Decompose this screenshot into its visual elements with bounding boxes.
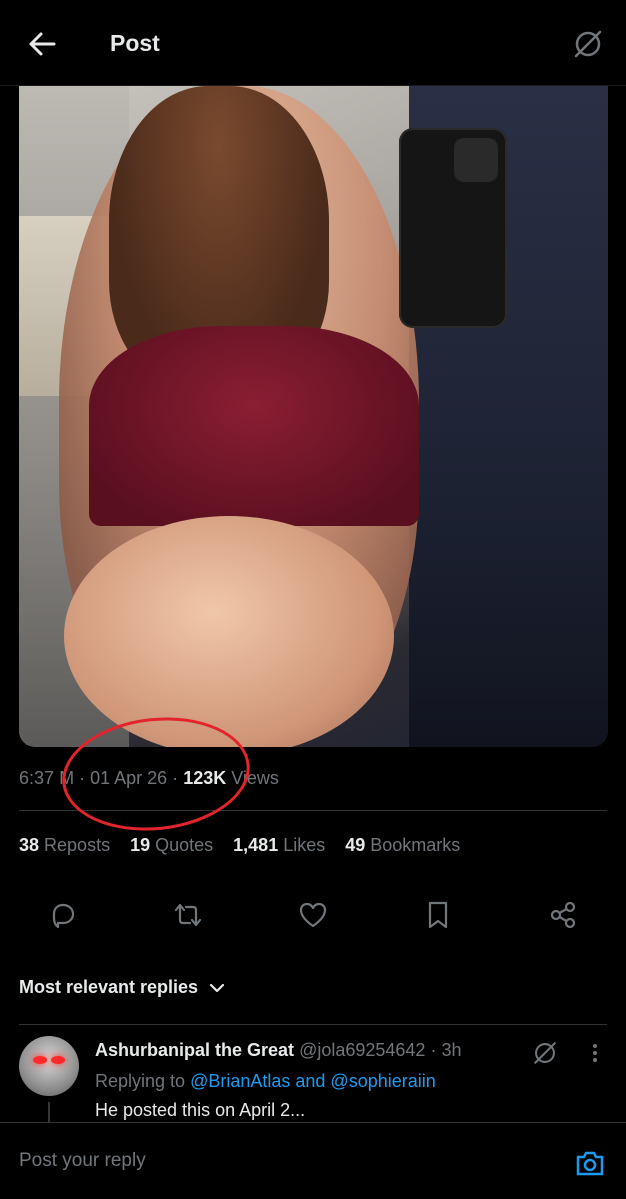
- divider: [19, 1024, 607, 1025]
- post-photo[interactable]: [19, 86, 608, 747]
- reposts-stat[interactable]: 38 Reposts: [19, 835, 110, 856]
- likes-stat[interactable]: 1,481 Likes: [233, 835, 325, 856]
- quotes-count: 19: [130, 835, 151, 855]
- share-icon: [550, 901, 576, 929]
- replying-to-line: Replying to @BrianAtlas and @sophieraiin: [95, 1071, 436, 1092]
- camera-icon: [576, 1151, 604, 1176]
- chevron-down-icon: [209, 983, 225, 992]
- avatar-eye: [33, 1056, 47, 1064]
- grok-icon: [534, 1042, 556, 1064]
- thread-line: [48, 1102, 50, 1122]
- page-title: Post: [110, 30, 160, 56]
- bookmarks-count: 49: [345, 835, 366, 855]
- reply-grok-button[interactable]: [530, 1038, 560, 1068]
- avatar[interactable]: [19, 1036, 79, 1096]
- bookmarks-stat[interactable]: 49 Bookmarks: [345, 835, 460, 856]
- reposts-label: Reposts: [44, 835, 111, 855]
- grok-icon: [574, 30, 602, 58]
- reply-input[interactable]: [19, 1145, 539, 1177]
- reply-author-handle[interactable]: @jola69254642: [299, 1040, 425, 1060]
- meta-dot: ·: [430, 1040, 437, 1060]
- replying-to-users[interactable]: @BrianAtlas and @sophieraiin: [190, 1071, 436, 1091]
- reply-composer: [0, 1122, 626, 1199]
- bookmark-button[interactable]: [415, 892, 461, 938]
- more-options-button[interactable]: [582, 1040, 608, 1066]
- replying-to-prefix: Replying to: [95, 1071, 186, 1091]
- photo-phone-camera: [454, 138, 498, 182]
- quotes-stat[interactable]: 19 Quotes: [130, 835, 213, 856]
- reply-time: 3h: [441, 1040, 462, 1060]
- avatar-eye: [51, 1056, 65, 1064]
- quotes-label: Quotes: [155, 835, 214, 855]
- action-bar: [0, 892, 626, 938]
- photo-red-top: [89, 326, 419, 526]
- bookmark-icon: [428, 901, 448, 929]
- share-button[interactable]: [540, 892, 586, 938]
- grok-button[interactable]: [568, 24, 608, 64]
- post-time: 6:37: [19, 768, 55, 788]
- replies-sort-label: Most relevant replies: [19, 977, 199, 997]
- replies-sort-dropdown[interactable]: Most relevant replies: [19, 977, 226, 998]
- repost-icon: [174, 903, 202, 927]
- more-vertical-icon: [593, 1044, 597, 1062]
- back-button[interactable]: [20, 24, 64, 64]
- likes-count: 1,481: [233, 835, 279, 855]
- reposts-count: 38: [19, 835, 40, 855]
- reply-text: He posted this on April 2...: [95, 1100, 306, 1120]
- like-icon: [299, 902, 327, 928]
- top-bar: Post: [0, 0, 626, 86]
- reply-header: Ashurbanipal the Great @jola69254642 · 3…: [95, 1040, 462, 1061]
- photo-belly: [64, 516, 394, 747]
- reply-icon: [52, 903, 75, 929]
- camera-button[interactable]: [572, 1145, 608, 1181]
- arrow-left-icon: [29, 32, 56, 56]
- reply-item[interactable]: Ashurbanipal the Great @jola69254642 · 3…: [0, 1026, 626, 1122]
- like-button[interactable]: [290, 892, 336, 938]
- reply-button[interactable]: [40, 892, 86, 938]
- likes-label: Likes: [283, 835, 326, 855]
- repost-button[interactable]: [165, 892, 211, 938]
- reply-author-name[interactable]: Ashurbanipal the Great: [95, 1040, 294, 1060]
- post-stats: 38 Reposts 19 Quotes 1,481 Likes 49 Bookmark…: [19, 835, 460, 856]
- bookmarks-label: Bookmarks: [370, 835, 461, 855]
